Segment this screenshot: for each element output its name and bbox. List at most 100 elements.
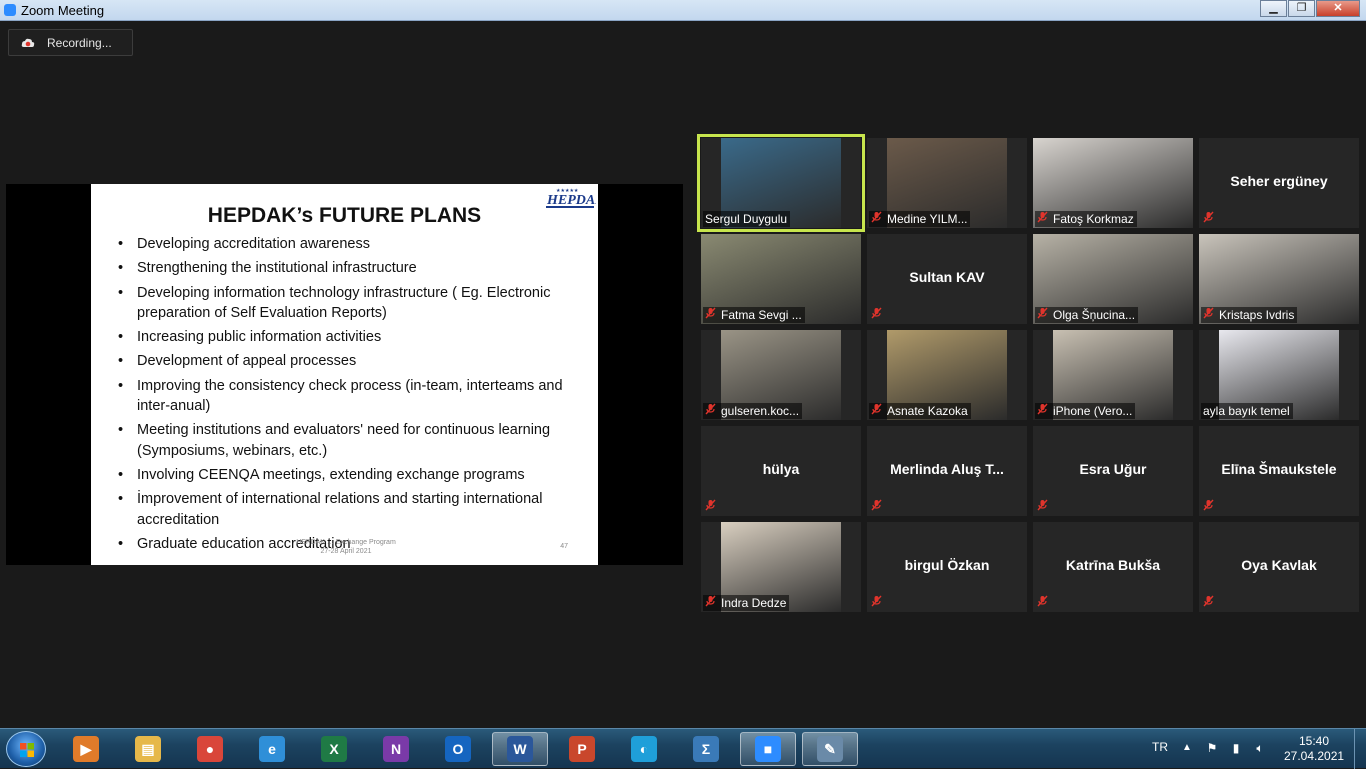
volume-icon[interactable]: 🔈︎ bbox=[1252, 741, 1268, 757]
participant-tile[interactable]: Fatma Sevgi ... bbox=[701, 234, 861, 324]
participant-name-label: Kristaps Ivdris bbox=[1201, 306, 1298, 324]
zoom-app-icon bbox=[4, 4, 16, 16]
slide-bullet: Increasing public information activities bbox=[118, 327, 578, 348]
window-controls: ▁ ❐ ✕ bbox=[1259, 0, 1360, 17]
powerpoint-taskbar-button[interactable]: P bbox=[554, 732, 610, 766]
slide-bullet: Involving CEENQA meetings, extending exc… bbox=[118, 465, 578, 486]
muted-mic-icon bbox=[1037, 402, 1053, 420]
participant-name-display: Sultan KAV bbox=[909, 269, 985, 285]
participant-name-label bbox=[1201, 211, 1222, 227]
action-center-icon[interactable]: ⚑ bbox=[1204, 741, 1220, 757]
minimize-button[interactable]: ▁ bbox=[1260, 0, 1287, 17]
participant-tile[interactable]: Katrīna Bukša bbox=[1033, 522, 1193, 612]
participant-name: Olga Šņucina... bbox=[1053, 308, 1136, 322]
participant-name: Fatoş Korkmaz bbox=[1053, 212, 1134, 226]
window-title: Zoom Meeting bbox=[21, 3, 105, 18]
file-explorer-taskbar-button[interactable]: ▤ bbox=[120, 732, 176, 766]
participant-name-display: Merlinda Aluş T... bbox=[890, 461, 1004, 477]
participant-name-label: Sergul Duygulu bbox=[703, 211, 791, 227]
participant-name-label bbox=[869, 595, 890, 611]
excel-taskbar-button[interactable]: X bbox=[306, 732, 362, 766]
title-bar: Zoom Meeting ▁ ❐ ✕ bbox=[0, 0, 1366, 21]
zoom-icon: ■ bbox=[755, 736, 781, 762]
slide-footer-line: HEPDAK … Exchange Program bbox=[296, 539, 396, 546]
participant-tile[interactable]: Kristaps Ivdris bbox=[1199, 234, 1359, 324]
presentation-slide: HEPDAK ★★★★★ HEPDAK’s FUTURE PLANS Devel… bbox=[91, 184, 598, 565]
slide-title: HEPDAK’s FUTURE PLANS bbox=[207, 204, 482, 227]
shared-screen[interactable]: HEPDAK ★★★★★ HEPDAK’s FUTURE PLANS Devel… bbox=[6, 184, 683, 565]
participant-name-display: Oya Kavlak bbox=[1241, 557, 1317, 573]
slide-bullet: Improving the consistency check process … bbox=[118, 376, 578, 417]
windows-taskbar: ▶ ▤ ● e X N O W P ◐ Σ ■ ✎ TR ▲ ⚑ ▮ 🔈︎ 15:40 27.04.20… bbox=[0, 728, 1366, 769]
show-hidden-icons-icon[interactable]: ▲ bbox=[1182, 742, 1192, 753]
muted-mic-icon bbox=[705, 306, 721, 324]
language-indicator[interactable]: TR bbox=[1152, 740, 1168, 754]
participant-tile[interactable]: Elīna Šmaukstele bbox=[1199, 426, 1359, 516]
participant-name-label: Fatoş Korkmaz bbox=[1035, 211, 1137, 227]
participant-tile[interactable]: Fatoş Korkmaz bbox=[1033, 138, 1193, 228]
clock-date: 27.04.2021 bbox=[1284, 749, 1345, 763]
maximize-button[interactable]: ❐ bbox=[1288, 0, 1315, 17]
muted-mic-icon bbox=[1203, 210, 1219, 228]
participant-tile[interactable]: Medine YILM... bbox=[867, 138, 1027, 228]
internet-explorer-taskbar-button[interactable]: e bbox=[244, 732, 300, 766]
outlook-taskbar-button[interactable]: O bbox=[430, 732, 486, 766]
participant-tile[interactable]: Asnate Kazoka bbox=[867, 330, 1027, 420]
onenote-icon: N bbox=[383, 736, 409, 762]
participant-tile[interactable]: Indra Dedze bbox=[701, 522, 861, 612]
zoom-taskbar-button[interactable]: ■ bbox=[740, 732, 796, 766]
math-input-icon: Σ bbox=[693, 736, 719, 762]
onenote-taskbar-button[interactable]: N bbox=[368, 732, 424, 766]
muted-mic-icon bbox=[1037, 210, 1053, 228]
participant-tile[interactable]: ayla bayık temel bbox=[1199, 330, 1359, 420]
muted-mic-icon bbox=[705, 498, 721, 516]
clock[interactable]: 15:40 27.04.2021 bbox=[1284, 734, 1344, 764]
power-icon[interactable]: ▮ bbox=[1228, 741, 1244, 757]
slide-bullet: Meeting institutions and evaluators' nee… bbox=[118, 420, 578, 461]
participant-tile[interactable]: Seher ergüney bbox=[1199, 138, 1359, 228]
slide-bullet: Strengthening the institutional infrastr… bbox=[118, 258, 578, 279]
internet-explorer-icon: e bbox=[259, 736, 285, 762]
participant-tile[interactable]: Esra Uğur bbox=[1033, 426, 1193, 516]
participant-tile[interactable]: hülya bbox=[701, 426, 861, 516]
slide-footer: HEPDAK … Exchange Program 27-28 April 20… bbox=[266, 538, 426, 556]
muted-mic-icon bbox=[1203, 594, 1219, 612]
excel-icon: X bbox=[321, 736, 347, 762]
participant-tile[interactable]: Oya Kavlak bbox=[1199, 522, 1359, 612]
participant-name-label bbox=[869, 499, 890, 515]
participant-tile[interactable]: Sultan KAV bbox=[867, 234, 1027, 324]
participant-name-label: Indra Dedze bbox=[703, 594, 790, 612]
slide-bullet: İmprovement of international relations a… bbox=[118, 489, 578, 530]
show-desktop-button[interactable] bbox=[1354, 729, 1366, 769]
slide-bullet: Developing accreditation awareness bbox=[118, 234, 578, 255]
math-input-taskbar-button[interactable]: Σ bbox=[678, 732, 734, 766]
muted-mic-icon bbox=[705, 594, 721, 612]
svg-text:★★★★★: ★★★★★ bbox=[556, 188, 579, 194]
paint-taskbar-button[interactable]: ✎ bbox=[802, 732, 858, 766]
powerpoint-icon: P bbox=[569, 736, 595, 762]
close-button[interactable]: ✕ bbox=[1316, 0, 1360, 17]
chrome-taskbar-button[interactable]: ● bbox=[182, 732, 238, 766]
participant-tile[interactable]: Merlinda Aluş T... bbox=[867, 426, 1027, 516]
cloud-recording-icon bbox=[21, 38, 35, 47]
participant-tile[interactable]: iPhone (Vero... bbox=[1033, 330, 1193, 420]
muted-mic-icon bbox=[871, 306, 887, 324]
participant-tile[interactable]: Sergul Duygulu bbox=[697, 134, 865, 232]
muted-mic-icon bbox=[1203, 306, 1219, 324]
word-taskbar-button[interactable]: W bbox=[492, 732, 548, 766]
windows-logo-icon bbox=[20, 743, 34, 757]
participant-name: gulseren.koc... bbox=[721, 404, 800, 418]
participant-name-label: Olga Šņucina... bbox=[1035, 307, 1139, 323]
edge-taskbar-button[interactable]: ◐ bbox=[616, 732, 672, 766]
muted-mic-icon bbox=[871, 402, 887, 420]
participant-name-label bbox=[1201, 595, 1222, 611]
slide-page-number: 47 bbox=[560, 543, 568, 550]
participant-tile[interactable]: Olga Šņucina... bbox=[1033, 234, 1193, 324]
start-button[interactable] bbox=[6, 731, 46, 767]
paint-icon: ✎ bbox=[817, 736, 843, 762]
participant-name-display: Elīna Šmaukstele bbox=[1221, 461, 1337, 477]
recording-indicator[interactable]: Recording... bbox=[8, 29, 133, 56]
participant-tile[interactable]: birgul Özkan bbox=[867, 522, 1027, 612]
participant-tile[interactable]: gulseren.koc... bbox=[701, 330, 861, 420]
media-player-taskbar-button[interactable]: ▶ bbox=[58, 732, 114, 766]
